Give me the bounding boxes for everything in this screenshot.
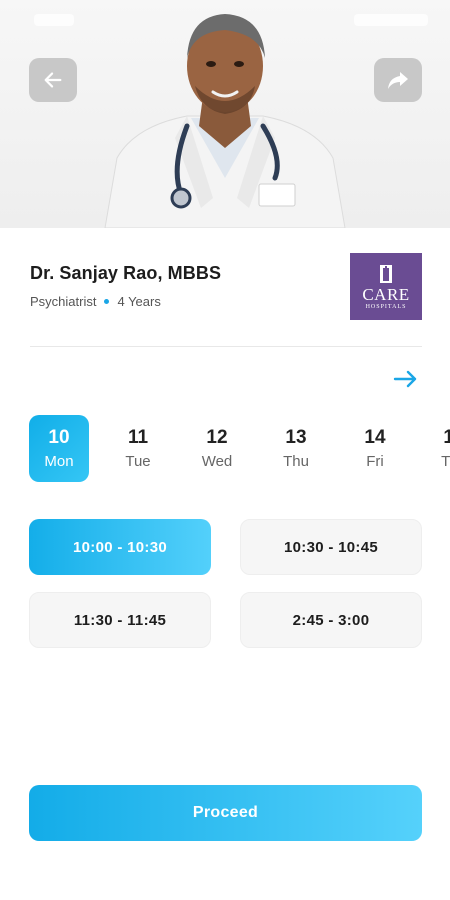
- date-item[interactable]: 14 Fri: [345, 415, 405, 482]
- status-icons: [354, 14, 428, 26]
- divider: [30, 346, 422, 347]
- doctor-photo: [104, 14, 346, 228]
- share-icon: [388, 72, 408, 89]
- hospital-subtitle: HOSPITALS: [365, 303, 407, 310]
- doctor-hero: [0, 0, 450, 228]
- hospital-emblem-icon: [380, 264, 392, 283]
- time-slot[interactable]: 2:45 - 3:00: [240, 592, 422, 648]
- arrow-left-icon: [44, 72, 62, 88]
- share-button[interactable]: [374, 58, 422, 102]
- date-weekday: Thu: [283, 453, 309, 470]
- date-number: 10: [48, 427, 70, 448]
- arrow-right-icon[interactable]: [393, 367, 419, 391]
- proceed-button[interactable]: Proceed: [29, 785, 422, 841]
- date-item[interactable]: 13 Thu: [266, 415, 326, 482]
- time-slot[interactable]: 11:30 - 11:45: [29, 592, 211, 648]
- date-weekday: Wed: [201, 453, 233, 470]
- date-weekday: Thu: [441, 453, 450, 470]
- date-number: 13: [285, 427, 307, 448]
- date-weekday: Tue: [125, 453, 151, 470]
- date-number: 14: [364, 427, 386, 448]
- date-item[interactable]: 11 Tue: [108, 415, 168, 482]
- hospital-logo: CARE HOSPITALS: [350, 253, 422, 320]
- date-weekday: Mon: [44, 453, 74, 470]
- date-item[interactable]: 15 Thu: [424, 415, 450, 482]
- date-item[interactable]: 10 Mon: [29, 415, 89, 482]
- status-time: [34, 14, 74, 26]
- date-number: 11: [127, 427, 149, 448]
- back-button[interactable]: [29, 58, 77, 102]
- date-number: 15: [443, 427, 450, 448]
- hospital-name: CARE: [362, 284, 410, 304]
- date-weekday: Fri: [366, 453, 384, 470]
- separator-dot: [104, 299, 110, 304]
- doctor-name: Dr. Sanjay Rao, MBBS: [30, 263, 222, 283]
- date-item[interactable]: 12 Wed: [187, 415, 247, 482]
- time-slot[interactable]: 10:30 - 10:45: [240, 519, 422, 575]
- date-number: 12: [206, 427, 228, 448]
- date-selector: 10 Mon 11 Tue 12 Wed 13 Thu 14 Fri 15 Th…: [29, 415, 450, 482]
- time-slot[interactable]: 10:00 - 10:30: [29, 519, 211, 575]
- doctor-meta: Psychiatrist 4 Years: [30, 294, 161, 309]
- doctor-experience: 4 Years: [117, 294, 161, 309]
- doctor-specialty: Psychiatrist: [30, 294, 97, 309]
